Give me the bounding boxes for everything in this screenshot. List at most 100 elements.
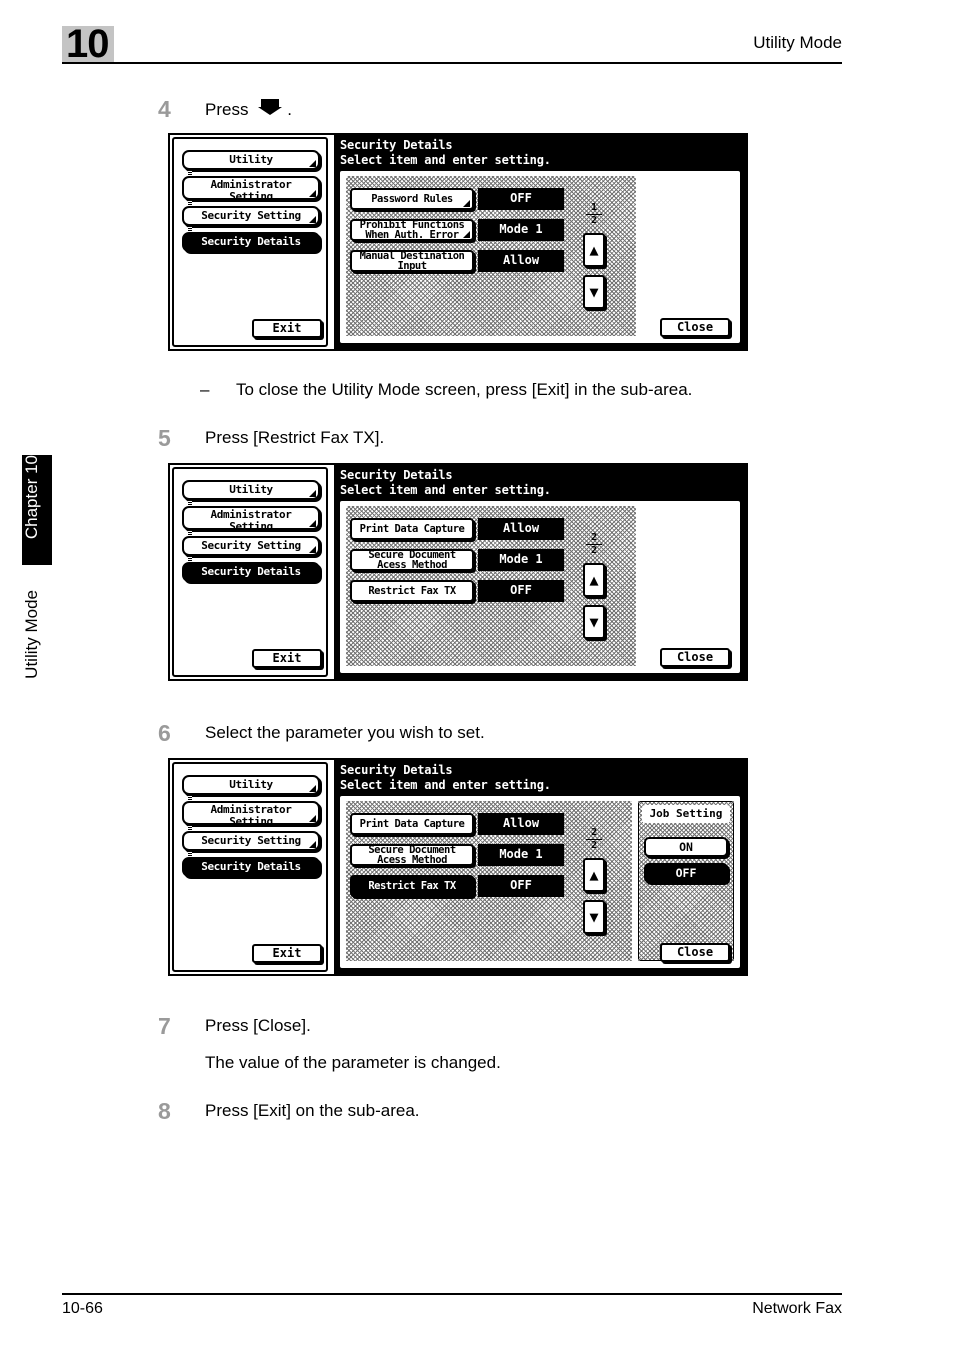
sidebar-item-security-setting-label: Security Setting [201, 539, 301, 552]
setting-row[interactable]: Print Data Capture Allow [350, 813, 566, 835]
close-button[interactable]: Close [660, 318, 730, 337]
setting-row[interactable]: Prohibit Functions When Auth. Error Mode… [350, 219, 566, 241]
section-side-label: Utility Mode [22, 590, 52, 720]
sidebar-item-security-setting[interactable]: Security Setting [182, 206, 320, 226]
lcd-main-area: Security Details Select item and enter s… [334, 465, 746, 679]
sidebar-item-utility[interactable]: Utility [182, 775, 320, 795]
close-button[interactable]: Close [660, 943, 730, 962]
setting-label-restrict-fax-tx[interactable]: Restrict Fax TX [350, 875, 474, 897]
setting-value-print-data-capture[interactable]: Allow [478, 518, 564, 540]
note-dash: – [200, 380, 210, 399]
setting-value-print-data-capture[interactable]: Allow [478, 813, 564, 835]
setting-label-text: Print Data Capture [359, 817, 465, 830]
setting-row[interactable]: Manual Destination Input Allow [350, 250, 566, 272]
job-setting-option-off[interactable]: OFF [644, 863, 728, 883]
setting-label-print-data-capture[interactable]: Print Data Capture [350, 813, 474, 835]
setting-label-restrict-fax-tx[interactable]: Restrict Fax TX [350, 580, 474, 602]
lcd-main-area: Security Details Select item and enter s… [334, 135, 746, 349]
sidebar-item-administrator-setting-label-2: Setting [229, 519, 273, 530]
sidebar-item-utility[interactable]: Utility [182, 480, 320, 500]
setting-row[interactable]: Restrict Fax TX OFF [350, 580, 566, 602]
sidebar-item-utility-label: Utility [229, 153, 273, 166]
step-5-text: Press [Restrict Fax TX]. [205, 428, 385, 447]
chevron-corner-icon [309, 216, 316, 223]
lcd-sub-area: Utility Administrator Setting Security S… [172, 137, 328, 347]
setting-label-secure-document-acess-method[interactable]: Secure Document Acess Method [350, 549, 474, 571]
chevron-corner-icon [309, 815, 316, 822]
setting-row[interactable]: Print Data Capture Allow [350, 518, 566, 540]
sidebar-item-security-details[interactable]: Security Details [182, 232, 320, 252]
setting-value-secure-document-acess-method[interactable]: Mode 1 [478, 549, 564, 571]
chevron-corner-icon [309, 546, 316, 553]
lcd-panel-step5: Utility Administrator Setting Security S… [168, 463, 748, 681]
setting-value-prohibit-functions[interactable]: Mode 1 [478, 219, 564, 241]
lcd-title: Security Details [340, 138, 453, 152]
setting-value-manual-destination-input[interactable]: Allow [478, 250, 564, 272]
step-7-detail: The value of the parameter is changed. [205, 1053, 501, 1072]
sidebar-item-administrator-setting[interactable]: Administrator Setting [182, 176, 320, 200]
scroll-up-button[interactable]: ▲ [583, 233, 605, 267]
setting-value-password-rules[interactable]: OFF [478, 188, 564, 210]
setting-label-manual-destination-input[interactable]: Manual Destination Input [350, 250, 474, 272]
step-7-text: Press [Close]. [205, 1016, 311, 1035]
step-8-text: Press [Exit] on the sub-area. [205, 1101, 420, 1120]
job-setting-option-on[interactable]: ON [644, 837, 728, 857]
setting-value-secure-document-acess-method[interactable]: Mode 1 [478, 844, 564, 866]
setting-label-text-2: Input [397, 260, 427, 272]
page-indicator-total: 2 [590, 215, 598, 226]
chevron-corner-icon [309, 160, 316, 167]
setting-label-password-rules[interactable]: Password Rules [350, 188, 474, 210]
step-4-text-after: . [287, 99, 292, 119]
sidebar-item-administrator-setting[interactable]: Administrator Setting [182, 506, 320, 530]
sidebar-item-utility-label: Utility [229, 778, 273, 791]
lcd-content: Print Data Capture Allow Secure Document… [338, 794, 742, 970]
setting-value-restrict-fax-tx[interactable]: OFF [478, 875, 564, 897]
setting-row[interactable]: Secure Document Acess Method Mode 1 [350, 549, 566, 571]
chapter-side-tab: Chapter 10 [22, 455, 52, 565]
footer-divider [62, 1293, 842, 1295]
setting-label-text: Restrict Fax TX [368, 584, 456, 597]
sidebar-item-security-setting[interactable]: Security Setting [182, 831, 320, 851]
exit-button[interactable]: Exit [252, 319, 322, 338]
page-indicator: 2 2 [584, 828, 604, 851]
footer-page-number: 10-66 [62, 1300, 103, 1317]
setting-label-text: Print Data Capture [359, 522, 465, 535]
setting-label-text-2: Acess Method [377, 854, 447, 866]
lcd-sub-area: Utility Administrator Setting Security S… [172, 467, 328, 677]
setting-label-print-data-capture[interactable]: Print Data Capture [350, 518, 474, 540]
sidebar-item-utility[interactable]: Utility [182, 150, 320, 170]
sidebar-item-utility-label: Utility [229, 483, 273, 496]
close-button[interactable]: Close [660, 648, 730, 667]
chevron-corner-icon [309, 490, 316, 497]
setting-label-secure-document-acess-method[interactable]: Secure Document Acess Method [350, 844, 474, 866]
chevron-corner-icon [309, 520, 316, 527]
sidebar-item-security-details[interactable]: Security Details [182, 857, 320, 877]
sidebar-item-security-setting-label: Security Setting [201, 209, 301, 222]
scroll-down-button[interactable]: ▼ [583, 605, 605, 639]
page-indicator-current: 1 [590, 202, 598, 213]
setting-row[interactable]: Secure Document Acess Method Mode 1 [350, 844, 566, 866]
sidebar-item-security-setting[interactable]: Security Setting [182, 536, 320, 556]
scroll-down-button[interactable]: ▼ [583, 275, 605, 309]
sidebar-item-security-details-label: Security Details [201, 565, 301, 578]
setting-label-text: Password Rules [371, 192, 453, 205]
page-indicator-current: 2 [590, 827, 598, 838]
header-divider [62, 62, 842, 64]
exit-button[interactable]: Exit [252, 944, 322, 963]
setting-row[interactable]: Password Rules OFF [350, 188, 566, 210]
lcd-subtitle: Select item and enter setting. [340, 153, 551, 167]
scroll-up-button[interactable]: ▲ [583, 858, 605, 892]
page-indicator: 2 2 [584, 533, 604, 556]
scroll-up-button[interactable]: ▲ [583, 563, 605, 597]
sidebar-item-security-details-label: Security Details [201, 235, 301, 248]
chevron-corner-icon [463, 231, 470, 238]
setting-row[interactable]: Restrict Fax TX OFF [350, 875, 566, 897]
page-indicator: 1 2 [584, 203, 604, 226]
exit-button[interactable]: Exit [252, 649, 322, 668]
sidebar-item-administrator-setting[interactable]: Administrator Setting [182, 801, 320, 825]
lcd-title: Security Details [340, 468, 453, 482]
setting-label-prohibit-functions[interactable]: Prohibit Functions When Auth. Error [350, 219, 474, 241]
scroll-down-button[interactable]: ▼ [583, 900, 605, 934]
sidebar-item-security-details[interactable]: Security Details [182, 562, 320, 582]
setting-value-restrict-fax-tx[interactable]: OFF [478, 580, 564, 602]
